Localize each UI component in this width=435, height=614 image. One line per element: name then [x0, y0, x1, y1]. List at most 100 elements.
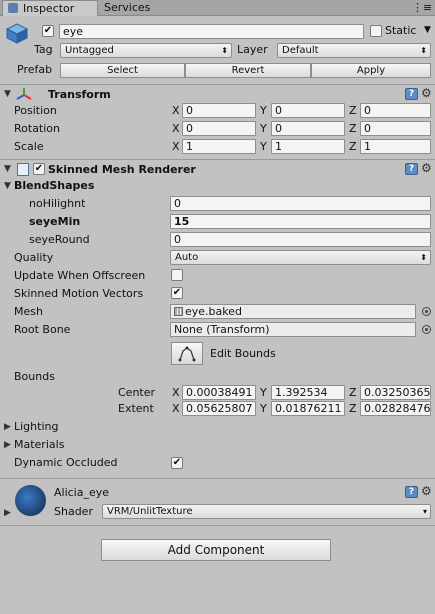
rotation-x-input[interactable]: 0	[182, 121, 256, 136]
dropdown-arrow-icon: ⬍	[221, 46, 228, 55]
transform-header[interactable]: ▼ Transform ? ⚙	[0, 84, 435, 104]
center-z-label: Z	[349, 386, 357, 399]
tab-inspector-label: Inspector	[23, 2, 75, 15]
smr-title: Skinned Mesh Renderer	[48, 163, 196, 176]
tag-dropdown[interactable]: Untagged ⬍	[60, 43, 232, 58]
center-z-input[interactable]: 0.03250365	[360, 385, 431, 400]
gear-icon[interactable]: ⚙	[421, 86, 432, 100]
materials-label[interactable]: Materials	[14, 438, 64, 451]
center-y-input[interactable]: 1.392534	[271, 385, 345, 400]
layer-dropdown[interactable]: Default ⬍	[277, 43, 431, 58]
rotation-z-input[interactable]: 0	[360, 121, 431, 136]
transform-title: Transform	[48, 88, 111, 101]
gear-icon[interactable]: ⚙	[421, 161, 432, 175]
position-z-input[interactable]: 0	[360, 103, 431, 118]
motion-vectors-checkbox[interactable]: ✔	[171, 287, 183, 299]
position-y-input[interactable]: 0	[271, 103, 345, 118]
static-checkbox[interactable]	[370, 25, 382, 37]
center-x-input[interactable]: 0.00038491	[182, 385, 256, 400]
scale-label: Scale	[14, 140, 44, 153]
extent-x-input[interactable]: 0.05625807	[182, 401, 256, 416]
scale-x-label: X	[172, 140, 180, 153]
object-picker-icon[interactable]	[422, 325, 431, 334]
help-icon[interactable]: ?	[405, 163, 418, 175]
smr-header[interactable]: ▼ ✔ Skinned Mesh Renderer ? ⚙	[0, 159, 435, 179]
rotation-x-label: X	[172, 122, 180, 135]
position-z-label: Z	[349, 104, 357, 117]
tab-services[interactable]: Services	[104, 0, 174, 16]
blendshape-label: seyeMin	[29, 215, 81, 228]
dropdown-arrow-icon: ⬍	[420, 46, 427, 55]
lighting-label[interactable]: Lighting	[14, 420, 58, 433]
extent-y-input[interactable]: 0.01876211	[271, 401, 345, 416]
prefab-label: Prefab	[17, 63, 53, 76]
smr-enabled-checkbox[interactable]: ✔	[33, 163, 45, 175]
center-y-label: Y	[260, 386, 267, 399]
add-component-button[interactable]: Add Component	[101, 539, 331, 561]
root-bone-label: Root Bone	[14, 323, 71, 336]
position-label: Position	[14, 104, 57, 117]
scale-x-input[interactable]: 1	[182, 139, 256, 154]
scale-y-label: Y	[260, 140, 267, 153]
lighting-foldout-icon[interactable]: ▶	[4, 422, 11, 432]
object-picker-icon[interactable]	[422, 307, 431, 316]
material-preview-sphere	[15, 485, 46, 516]
material-foldout-icon[interactable]: ▶	[4, 508, 11, 518]
prefab-revert-button[interactable]: Revert	[185, 63, 311, 78]
material-name: Alicia_eye	[54, 486, 110, 499]
prefab-select-button[interactable]: Select	[60, 63, 185, 78]
quality-label: Quality	[14, 251, 54, 264]
mesh-object-field[interactable]: eye.baked	[170, 304, 416, 319]
update-offscreen-checkbox[interactable]	[171, 269, 183, 281]
active-checkbox[interactable]: ✔	[42, 25, 54, 37]
scale-z-label: Z	[349, 140, 357, 153]
edit-bounds-button[interactable]	[171, 342, 203, 365]
prefab-apply-button[interactable]: Apply	[311, 63, 431, 78]
motion-vectors-label: Skinned Motion Vectors	[14, 287, 144, 300]
edit-bounds-icon	[178, 346, 196, 362]
scale-z-input[interactable]: 1	[360, 139, 431, 154]
transform-axes-icon	[16, 87, 32, 101]
tag-label: Tag	[34, 43, 53, 56]
layer-label: Layer	[237, 43, 268, 56]
extent-y-label: Y	[260, 402, 267, 415]
update-offscreen-label: Update When Offscreen	[14, 269, 146, 282]
static-dropdown-arrow-icon[interactable]: ▼	[424, 25, 431, 35]
quality-value: Auto	[175, 252, 199, 263]
extent-label: Extent	[118, 402, 154, 415]
bounds-label: Bounds	[14, 370, 55, 383]
gear-icon[interactable]: ⚙	[421, 484, 432, 498]
tab-services-label: Services	[104, 1, 151, 14]
materials-foldout-icon[interactable]: ▶	[4, 440, 11, 450]
blendshape-input[interactable]: 0	[170, 232, 431, 247]
blendshapes-foldout-icon[interactable]: ▼	[4, 181, 11, 191]
foldout-open-icon[interactable]: ▼	[4, 164, 11, 174]
blendshapes-label: BlendShapes	[14, 179, 95, 192]
shader-value: VRM/UnlitTexture	[107, 506, 193, 517]
root-bone-object-field[interactable]: None (Transform)	[170, 322, 416, 337]
dropdown-arrow-icon: ▾	[422, 507, 427, 516]
shader-dropdown[interactable]: VRM/UnlitTexture ▾	[102, 504, 431, 519]
layer-value: Default	[282, 45, 319, 56]
panel-menu-icon[interactable]: ⋮≡	[412, 1, 432, 14]
gameobject-name-input[interactable]: eye	[59, 24, 364, 39]
center-x-label: X	[172, 386, 180, 399]
extent-z-input[interactable]: 0.02828476	[360, 401, 431, 416]
tab-inspector[interactable]: Inspector	[2, 0, 98, 16]
position-x-input[interactable]: 0	[182, 103, 256, 118]
help-icon[interactable]: ?	[405, 486, 418, 498]
blendshape-input[interactable]: 0	[170, 196, 431, 211]
divider	[0, 478, 435, 479]
extent-z-label: Z	[349, 402, 357, 415]
scale-y-input[interactable]: 1	[271, 139, 345, 154]
foldout-open-icon[interactable]: ▼	[4, 89, 11, 99]
mesh-label: Mesh	[14, 305, 43, 318]
dynamic-occluded-label: Dynamic Occluded	[14, 456, 118, 469]
help-icon[interactable]: ?	[405, 88, 418, 100]
blendshape-input[interactable]: 15	[170, 214, 431, 229]
shader-label: Shader	[54, 505, 93, 518]
rotation-y-input[interactable]: 0	[271, 121, 345, 136]
extent-x-label: X	[172, 402, 180, 415]
quality-dropdown[interactable]: Auto ⬍	[170, 250, 431, 265]
dynamic-occluded-checkbox[interactable]: ✔	[171, 457, 183, 469]
